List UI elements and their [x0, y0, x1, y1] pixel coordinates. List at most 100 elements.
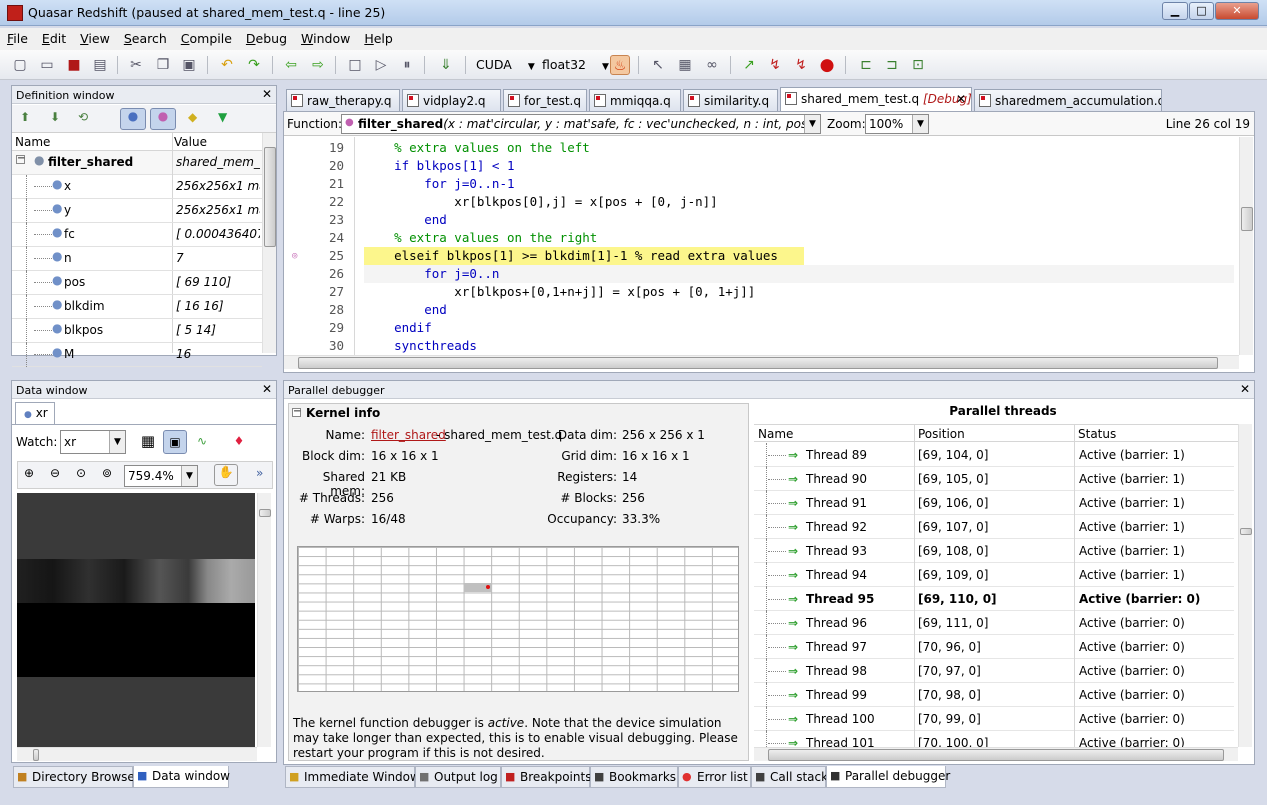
- filter-func-icon[interactable]: ●: [150, 108, 176, 130]
- print-icon[interactable]: ▤: [90, 55, 110, 75]
- thread-row[interactable]: ⇒ Thread 95 [69, 110, 0] Active (barrier: 0…: [754, 587, 1234, 611]
- code-line[interactable]: ◎ 25 elseif blkpos[1] >= blkdim[1]-1 % re…: [284, 247, 1234, 265]
- binoculars-icon[interactable]: ∞: [702, 55, 722, 75]
- menu-help[interactable]: Help: [357, 28, 400, 50]
- menu-debug[interactable]: Debug: [239, 28, 294, 50]
- image-vscroll[interactable]: [257, 493, 271, 747]
- copy-icon[interactable]: ❐: [153, 55, 173, 75]
- paste-icon[interactable]: ▣: [179, 55, 199, 75]
- menu-window[interactable]: Window: [294, 28, 357, 50]
- code-line[interactable]: 26 for j=0..n: [284, 265, 1234, 283]
- definition-root-row[interactable]: − ● filter_shared shared_mem_te: [12, 151, 262, 175]
- function-dropdown[interactable]: ● filter_shared(x : mat'circular, y : ma…: [341, 114, 821, 134]
- filter-var-icon[interactable]: ●: [120, 108, 146, 130]
- bottom-tab-output-log[interactable]: ■ Output log: [415, 766, 501, 788]
- stop-icon[interactable]: □: [345, 55, 365, 75]
- definition-row-y[interactable]: ●y256x256x1 matr: [12, 199, 262, 223]
- bottom-tab-error-list[interactable]: ● Error list: [678, 766, 751, 788]
- thread-row[interactable]: ⇒ Thread 101 [70, 100, 0] Active (barrier: …: [754, 731, 1234, 747]
- data-close-icon[interactable]: ✕: [262, 382, 272, 396]
- editor-hscroll[interactable]: [284, 355, 1239, 369]
- kernel-name-link[interactable]: filter_shared: [371, 428, 446, 442]
- editor-tab-raw-therapy-q[interactable]: raw_therapy.q: [286, 89, 400, 111]
- editor-tab-mmiqqa-q[interactable]: mmiqqa.q: [589, 89, 681, 111]
- pan-hand-icon[interactable]: ✋: [214, 464, 238, 486]
- image-view-icon[interactable]: ▣: [163, 430, 187, 454]
- open-folder-icon[interactable]: ▭: [37, 55, 57, 75]
- thread-row[interactable]: ⇒ Thread 90 [69, 105, 0] Active (barrier: 1…: [754, 467, 1234, 491]
- menu-file[interactable]: File: [0, 28, 35, 50]
- code-line[interactable]: 23 end: [284, 211, 1234, 229]
- definition-row-n[interactable]: ● n 7: [12, 247, 262, 271]
- run-icon[interactable]: ▷: [371, 55, 391, 75]
- watch-dropdown[interactable]: xr ▼: [60, 430, 126, 454]
- threads-vscroll[interactable]: [1238, 424, 1252, 747]
- bottom-tab-parallel-debugger[interactable]: ■ Parallel debugger: [826, 766, 950, 788]
- step-over-icon[interactable]: ↯: [765, 55, 785, 75]
- thread-row[interactable]: ⇒ Thread 96 [69, 111, 0] Active (barrier: 0…: [754, 611, 1234, 635]
- precision-dropdown[interactable]: float32 ▼: [542, 55, 609, 75]
- flame-debug-icon[interactable]: ♨: [610, 55, 630, 75]
- step-icon[interactable]: ↗: [739, 55, 759, 75]
- definition-scrollbar[interactable]: [262, 133, 276, 353]
- close-button[interactable]: ✕: [1215, 2, 1259, 20]
- threads-hscroll[interactable]: [754, 747, 1238, 761]
- editor-zoom-dropdown[interactable]: 100% ▼: [865, 114, 929, 134]
- zoom-dropdown[interactable]: 759.4% ▼: [124, 465, 198, 487]
- forward-icon[interactable]: ⇨: [308, 55, 328, 75]
- bottom-tab-breakpoints[interactable]: ■ Breakpoints: [501, 766, 591, 788]
- tree-collapse-icon[interactable]: −: [16, 154, 25, 164]
- thread-row[interactable]: ⇒ Thread 100 [70, 99, 0] Active (barrier: 0…: [754, 707, 1234, 731]
- filter-type-icon[interactable]: ◆: [188, 110, 197, 124]
- bottom-tab-data-window[interactable]: ■ Data window: [133, 766, 230, 788]
- editor-tab-vidplay2-q[interactable]: vidplay2.q: [402, 89, 501, 111]
- device-dropdown[interactable]: CUDA ▼: [476, 55, 535, 75]
- thread-row[interactable]: ⇒ Thread 93 [69, 108, 0] Active (barrier: 1…: [754, 539, 1234, 563]
- debugger-close-icon[interactable]: ✕: [1240, 382, 1250, 396]
- plot-view-icon[interactable]: ∿: [190, 430, 214, 454]
- thread-row[interactable]: ⇒ Thread 92 [69, 107, 0] Active (barrier: 1…: [754, 515, 1234, 539]
- definition-row-M[interactable]: ● M 16: [12, 343, 262, 367]
- code-line[interactable]: 20 if blkpos[1] < 1: [284, 157, 1234, 175]
- editor-tab-shared-mem-test-q[interactable]: shared_mem_test.q [Debug] ✕: [780, 87, 972, 112]
- dock-all-icon[interactable]: ⊡: [908, 55, 928, 75]
- definition-row-fc[interactable]: ●fc[ 0.00043640742: [12, 223, 262, 247]
- definition-row-x[interactable]: ●x256x256x1 matr: [12, 175, 262, 199]
- editor-tab-similarity-q[interactable]: similarity.q: [683, 89, 778, 111]
- thread-row[interactable]: ⇒ Thread 99 [70, 98, 0] Active (barrier: 0): [754, 683, 1234, 707]
- code-line[interactable]: 30 syncthreads: [284, 337, 1234, 355]
- filter-module-icon[interactable]: ▼: [218, 110, 227, 124]
- definition-row-pos[interactable]: ● pos[ 69 110]: [12, 271, 262, 295]
- new-file-icon[interactable]: ▢: [10, 55, 30, 75]
- zoom-fit-icon[interactable]: ⊙: [76, 466, 86, 480]
- image-view[interactable]: [17, 493, 255, 747]
- thread-row[interactable]: ⇒ Thread 91 [69, 106, 0] Active (barrier: 1…: [754, 491, 1234, 515]
- expand-icon[interactable]: ⬆: [20, 110, 30, 124]
- maximize-button[interactable]: □: [1189, 2, 1214, 20]
- bottom-tab-immediate-window[interactable]: ■ Immediate Window: [285, 766, 420, 788]
- bottom-tab-directory-browser[interactable]: ■ Directory Browser: [13, 766, 140, 788]
- cut-icon[interactable]: ✂: [126, 55, 146, 75]
- bottom-tab-bookmarks[interactable]: ■ Bookmarks: [590, 766, 678, 788]
- thread-row[interactable]: ⇒ Thread 97 [70, 96, 0] Active (barrier: 0): [754, 635, 1234, 659]
- redo-icon[interactable]: ↷: [244, 55, 264, 75]
- dock-left-icon[interactable]: ⊏: [856, 55, 876, 75]
- menu-search[interactable]: Search: [117, 28, 174, 50]
- definition-row-blkpos[interactable]: ● blkpos[ 5 14]: [12, 319, 262, 343]
- editor-tab-sharedmem-accumulation-q[interactable]: sharedmem_accumulation.q: [974, 89, 1162, 111]
- thread-row[interactable]: ⇒ Thread 89 [69, 104, 0] Active (barrier: 1…: [754, 443, 1234, 467]
- zoom-reset-icon[interactable]: ⊚: [102, 466, 112, 480]
- zoom-out-icon[interactable]: ⊖: [50, 466, 60, 480]
- back-icon[interactable]: ⇦: [281, 55, 301, 75]
- step-out-icon[interactable]: ↯: [791, 55, 811, 75]
- definition-close-icon[interactable]: ✕: [262, 87, 272, 101]
- compile-icon[interactable]: ⇓: [436, 55, 456, 75]
- thread-row[interactable]: ⇒ Thread 94 [69, 109, 0] Active (barrier: 1…: [754, 563, 1234, 587]
- gem-icon[interactable]: ♦: [227, 430, 251, 454]
- editor-vscroll[interactable]: [1239, 137, 1253, 355]
- code-line[interactable]: 21 for j=0..n-1: [284, 175, 1234, 193]
- inspect-icon[interactable]: ▦: [675, 55, 695, 75]
- pause-icon[interactable]: ⏸: [397, 55, 417, 75]
- menu-edit[interactable]: Edit: [35, 28, 73, 50]
- menu-compile[interactable]: Compile: [174, 28, 239, 50]
